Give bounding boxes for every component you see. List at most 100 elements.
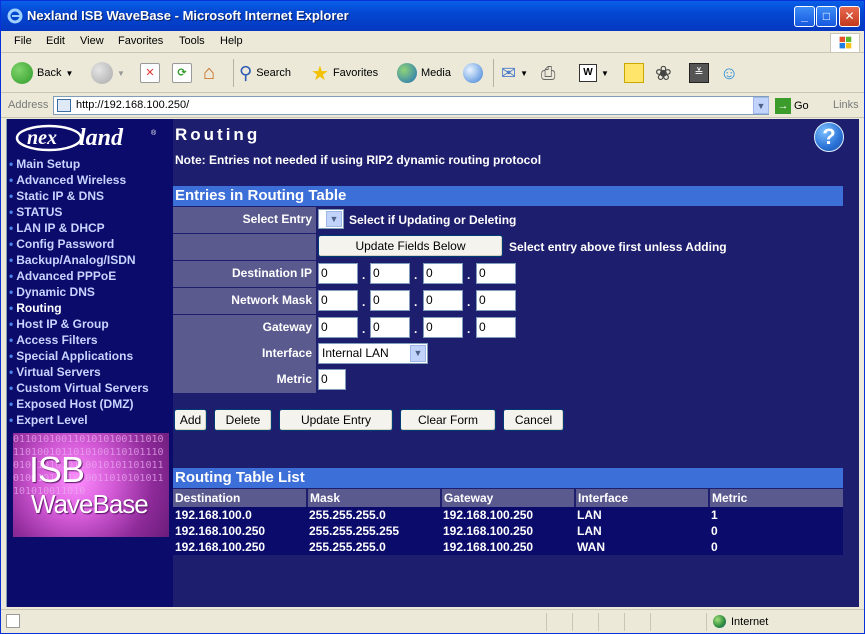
- interface-selected-value: Internal LAN: [322, 346, 389, 360]
- refresh-button[interactable]: ⟳: [172, 60, 192, 86]
- clear-form-button[interactable]: Clear Form: [400, 409, 496, 431]
- mail-button[interactable]: ✉ ▼: [501, 60, 528, 86]
- address-input[interactable]: http://192.168.100.250/: [53, 96, 769, 115]
- back-button[interactable]: Back ▼: [11, 60, 73, 86]
- sidebar-item-config-password[interactable]: • Config Password: [9, 237, 149, 253]
- note-icon: [624, 63, 644, 83]
- sidebar-item-main-setup[interactable]: • Main Setup: [9, 157, 149, 173]
- windows-flag-icon: [839, 36, 852, 49]
- sidebar-item-advanced-pppoe[interactable]: • Advanced PPPoE: [9, 269, 149, 285]
- nexland-logo: nex land ®: [15, 124, 157, 152]
- sidebar-item-routing[interactable]: • Routing: [9, 301, 149, 317]
- destination-ip-row: Destination IP 0 . 0 . 0 . 0: [173, 261, 843, 287]
- chevron-down-icon: ▼: [65, 68, 74, 78]
- menu-favorites[interactable]: Favorites: [118, 35, 163, 47]
- chevron-down-icon: ▼: [326, 211, 342, 227]
- sidebar-item-status[interactable]: • STATUS: [9, 205, 149, 221]
- edit-button[interactable]: W ▼: [579, 60, 609, 86]
- favorites-button[interactable]: ★ Favorites: [311, 60, 378, 86]
- gateway-octet-3[interactable]: 0: [423, 317, 463, 338]
- sidebar-item-static-ip-dns[interactable]: • Static IP & DNS: [9, 189, 149, 205]
- network-mask-row: Network Mask 0 . 0 . 0 . 0: [173, 288, 843, 314]
- destination-ip-octet-2[interactable]: 0: [370, 263, 410, 284]
- sidebar-item-expert-level[interactable]: • Expert Level: [9, 413, 149, 429]
- cell-destination: 192.168.100.0: [173, 507, 307, 523]
- sidebar-item-access-filters[interactable]: • Access Filters: [9, 333, 149, 349]
- status-bar: Internet: [1, 609, 864, 633]
- history-button[interactable]: [463, 60, 483, 86]
- delete-button[interactable]: Delete: [214, 409, 272, 431]
- sidebar-item-lan-ip-dhcp[interactable]: • LAN IP & DHCP: [9, 221, 149, 237]
- network-mask-octet-4[interactable]: 0: [476, 290, 516, 311]
- browser-window: Nexland ISB WaveBase - Microsoft Interne…: [0, 0, 865, 634]
- stop-button[interactable]: ✕: [140, 60, 160, 86]
- cell-interface: WAN: [575, 539, 709, 555]
- network-mask-octet-3[interactable]: 0: [423, 290, 463, 311]
- network-mask-octet-2[interactable]: 0: [370, 290, 410, 311]
- routing-note: Note: Entries not needed if using RIP2 d…: [175, 153, 542, 167]
- destination-ip-octet-4[interactable]: 0: [476, 263, 516, 284]
- links-label[interactable]: Links: [833, 99, 859, 111]
- mail-icon: ✉: [501, 62, 517, 83]
- maximize-button[interactable]: □: [816, 6, 837, 27]
- select-entry-dropdown[interactable]: ▼: [318, 209, 344, 229]
- forward-button[interactable]: ▼: [91, 60, 125, 86]
- gateway-octet-2[interactable]: 0: [370, 317, 410, 338]
- gateway-octet-1[interactable]: 0: [318, 317, 358, 338]
- cell-mask: 255.255.255.0: [307, 539, 441, 555]
- help-icon[interactable]: ?: [814, 122, 844, 152]
- messenger-button[interactable]: ☺: [720, 60, 738, 86]
- home-button[interactable]: ⌂: [203, 60, 215, 86]
- metric-input[interactable]: 0: [318, 369, 346, 390]
- update-fields-hint: Select entry above first unless Adding: [509, 240, 727, 254]
- discuss-button[interactable]: [624, 60, 644, 86]
- close-button[interactable]: ✕: [839, 6, 860, 27]
- search-button[interactable]: ⚲ Search: [239, 60, 291, 86]
- minimize-button[interactable]: _: [794, 6, 815, 27]
- history-icon: [463, 63, 483, 83]
- isb-wavebase-banner: 0110101001101010100111010110100101101010…: [13, 433, 169, 537]
- sidebar-item-advanced-wireless[interactable]: • Advanced Wireless: [9, 173, 149, 189]
- update-fields-button[interactable]: Update Fields Below: [318, 235, 503, 257]
- menu-view[interactable]: View: [80, 35, 104, 47]
- sidebar-item-dynamic-dns[interactable]: • Dynamic DNS: [9, 285, 149, 301]
- destination-ip-octet-1[interactable]: 0: [318, 263, 358, 284]
- update-entry-button[interactable]: Update Entry: [279, 409, 393, 431]
- destination-ip-octet-3[interactable]: 0: [423, 263, 463, 284]
- gateway-octet-4[interactable]: 0: [476, 317, 516, 338]
- messenger-icon: ☺: [720, 62, 739, 83]
- sidebar-item-virtual-servers[interactable]: • Virtual Servers: [9, 365, 149, 381]
- cell-gateway: 192.168.100.250: [441, 507, 575, 523]
- menu-tools[interactable]: Tools: [179, 35, 205, 47]
- cell-metric: 0: [709, 523, 843, 539]
- go-button[interactable]: → Go: [775, 97, 809, 115]
- menu-file[interactable]: File: [14, 35, 32, 47]
- research-button[interactable]: ❀: [655, 60, 672, 86]
- interface-label: Interface: [173, 341, 316, 367]
- sidebar-item-host-ip-group[interactable]: • Host IP & Group: [9, 317, 149, 333]
- media-button[interactable]: Media: [397, 60, 451, 86]
- routing-table-header-row: Destination Mask Gateway Interface Metri…: [173, 489, 843, 507]
- entries-section-header: Entries in Routing Table: [173, 186, 843, 206]
- cell-gateway: 192.168.100.250: [441, 523, 575, 539]
- svg-text:nex: nex: [27, 127, 57, 149]
- add-button[interactable]: Add: [174, 409, 207, 431]
- cancel-button[interactable]: Cancel: [503, 409, 564, 431]
- menu-edit[interactable]: Edit: [46, 35, 65, 47]
- sidebar-item-exposed-host[interactable]: • Exposed Host (DMZ): [9, 397, 149, 413]
- interface-select[interactable]: Internal LAN ▼: [318, 343, 428, 364]
- menu-help[interactable]: Help: [220, 35, 243, 47]
- internet-explorer-icon: [7, 8, 23, 24]
- column-gateway: Gateway: [441, 489, 576, 507]
- address-bar: Address http://192.168.100.250/ ▼ → Go L…: [1, 93, 864, 118]
- plugin-button[interactable]: ≚: [689, 60, 709, 86]
- sidebar-item-custom-virtual-servers[interactable]: • Custom Virtual Servers: [9, 381, 149, 397]
- network-mask-octet-1[interactable]: 0: [318, 290, 358, 311]
- sidebar-item-backup-analog-isdn[interactable]: • Backup/Analog/ISDN: [9, 253, 149, 269]
- sidebar-item-special-applications[interactable]: • Special Applications: [9, 349, 149, 365]
- routing-list-header: Routing Table List: [173, 468, 843, 488]
- cell-interface: LAN: [575, 507, 709, 523]
- address-dropdown-button[interactable]: ▼: [753, 97, 769, 114]
- update-fields-row: Update Fields Below Select entry above f…: [173, 234, 843, 260]
- print-button[interactable]: ⎙: [541, 60, 555, 86]
